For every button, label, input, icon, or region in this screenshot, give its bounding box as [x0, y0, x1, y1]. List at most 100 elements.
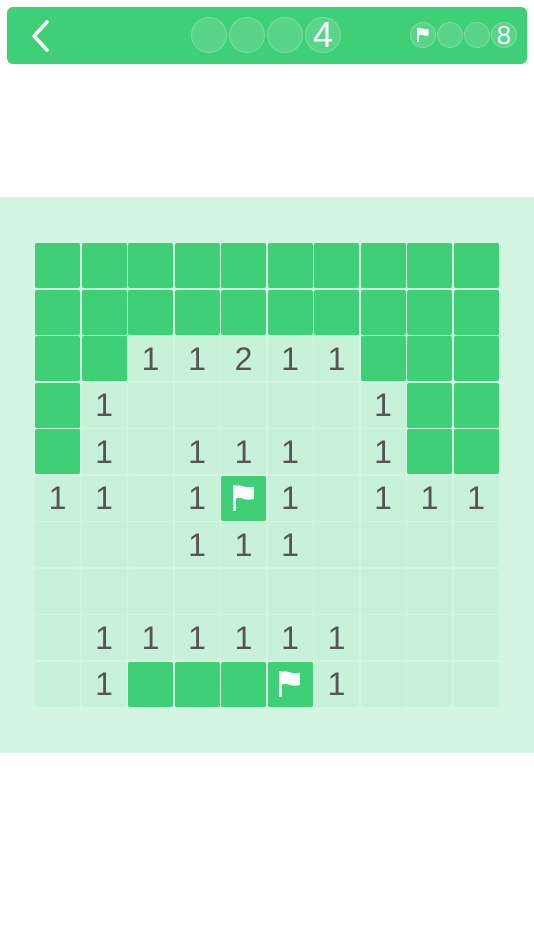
cell-hidden[interactable] [221, 661, 266, 707]
cell-hidden[interactable] [174, 243, 220, 288]
cell-number[interactable]: 1 [267, 522, 313, 567]
cell-number[interactable]: 1 [174, 336, 220, 381]
cell-flagged[interactable] [267, 661, 313, 707]
cell-hidden[interactable] [35, 243, 80, 288]
cell-hidden[interactable] [453, 289, 499, 335]
cell-hidden[interactable] [314, 243, 359, 288]
cell-hidden[interactable] [221, 243, 266, 288]
cell-hidden[interactable] [453, 243, 499, 288]
cell-number[interactable]: 1 [314, 615, 359, 660]
cell-empty[interactable] [35, 615, 80, 660]
cell-hidden[interactable] [407, 289, 452, 335]
cell-number[interactable]: 1 [407, 475, 452, 521]
cell-hidden[interactable] [407, 243, 452, 288]
cell-empty[interactable] [128, 522, 173, 567]
cell-empty[interactable] [314, 568, 359, 614]
cell-hidden[interactable] [267, 289, 313, 335]
cell-hidden[interactable] [360, 336, 406, 381]
cell-number[interactable]: 1 [267, 429, 313, 474]
cell-number[interactable]: 1 [267, 336, 313, 381]
cell-empty[interactable] [35, 522, 80, 567]
cell-empty[interactable] [221, 568, 266, 614]
cell-hidden[interactable] [360, 289, 406, 335]
cell-hidden[interactable] [221, 289, 266, 335]
cell-hidden[interactable] [128, 243, 173, 288]
cell-hidden[interactable] [81, 243, 127, 288]
cell-hidden[interactable] [81, 336, 127, 381]
cell-hidden[interactable] [360, 243, 406, 288]
cell-hidden[interactable] [407, 382, 452, 428]
cell-number[interactable]: 1 [221, 522, 266, 567]
cell-hidden[interactable] [128, 289, 173, 335]
cell-number[interactable]: 1 [128, 615, 173, 660]
cell-number[interactable]: 2 [221, 336, 266, 381]
cell-empty[interactable] [267, 568, 313, 614]
cell-hidden[interactable] [35, 382, 80, 428]
cell-hidden[interactable] [35, 429, 80, 474]
cell-empty[interactable] [174, 568, 220, 614]
cell-empty[interactable] [314, 429, 359, 474]
cell-empty[interactable] [128, 429, 173, 474]
cell-number[interactable]: 1 [267, 615, 313, 660]
cell-number[interactable]: 1 [81, 429, 127, 474]
cell-empty[interactable] [35, 661, 80, 707]
cell-number[interactable]: 1 [174, 429, 220, 474]
cell-empty[interactable] [407, 568, 452, 614]
cell-number[interactable]: 1 [360, 475, 406, 521]
cell-number[interactable]: 1 [81, 475, 127, 521]
cell-empty[interactable] [453, 568, 499, 614]
cell-number[interactable]: 1 [174, 522, 220, 567]
cell-empty[interactable] [128, 382, 173, 428]
cell-empty[interactable] [453, 522, 499, 567]
cell-empty[interactable] [128, 475, 173, 521]
cell-number[interactable]: 1 [221, 429, 266, 474]
cell-empty[interactable] [221, 382, 266, 428]
cell-number[interactable]: 1 [453, 475, 499, 521]
cell-empty[interactable] [360, 568, 406, 614]
cell-number[interactable]: 1 [128, 336, 173, 381]
cell-empty[interactable] [314, 382, 359, 428]
cell-number[interactable]: 1 [221, 615, 266, 660]
cell-empty[interactable] [128, 568, 173, 614]
cell-number[interactable]: 1 [81, 382, 127, 428]
cell-empty[interactable] [81, 568, 127, 614]
cell-hidden[interactable] [453, 336, 499, 381]
cell-hidden[interactable] [453, 429, 499, 474]
cell-empty[interactable] [35, 568, 80, 614]
cell-hidden[interactable] [453, 382, 499, 428]
cell-empty[interactable] [453, 661, 499, 707]
cell-number[interactable]: 1 [174, 475, 220, 521]
cell-hidden[interactable] [35, 336, 80, 381]
cell-number[interactable]: 1 [81, 661, 127, 707]
cell-hidden[interactable] [81, 289, 127, 335]
cell-empty[interactable] [407, 615, 452, 660]
cell-number[interactable]: 1 [267, 475, 313, 521]
cell-empty[interactable] [360, 661, 406, 707]
cell-empty[interactable] [314, 522, 359, 567]
cell-hidden[interactable] [174, 661, 220, 707]
cell-hidden[interactable] [314, 289, 359, 335]
cell-flagged[interactable] [221, 475, 266, 521]
cell-empty[interactable] [407, 522, 452, 567]
cell-number[interactable]: 1 [35, 475, 80, 521]
cell-empty[interactable] [174, 382, 220, 428]
cell-empty[interactable] [267, 382, 313, 428]
cell-empty[interactable] [81, 522, 127, 567]
cell-number[interactable]: 1 [174, 615, 220, 660]
cell-hidden[interactable] [174, 289, 220, 335]
cell-number[interactable]: 1 [314, 336, 359, 381]
cell-empty[interactable] [360, 615, 406, 660]
cell-hidden[interactable] [35, 289, 80, 335]
cell-empty[interactable] [407, 661, 452, 707]
cell-hidden[interactable] [128, 661, 173, 707]
cell-empty[interactable] [360, 522, 406, 567]
cell-number[interactable]: 1 [360, 382, 406, 428]
cell-hidden[interactable] [407, 429, 452, 474]
cell-empty[interactable] [453, 615, 499, 660]
cell-empty[interactable] [314, 475, 359, 521]
cell-number[interactable]: 1 [314, 661, 359, 707]
cell-number[interactable]: 1 [81, 615, 127, 660]
cell-hidden[interactable] [407, 336, 452, 381]
cell-number[interactable]: 1 [360, 429, 406, 474]
back-button[interactable] [21, 15, 61, 57]
